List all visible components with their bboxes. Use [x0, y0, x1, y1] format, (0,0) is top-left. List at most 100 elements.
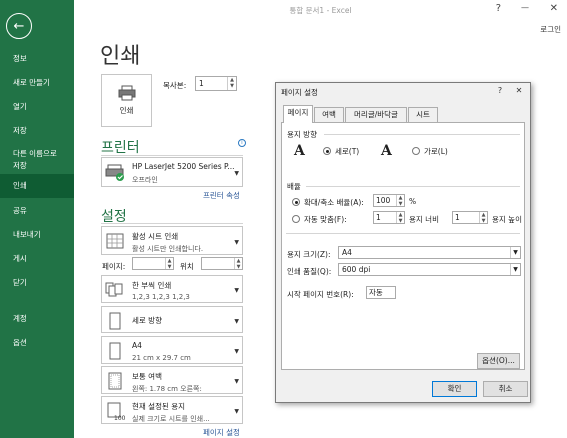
sidebar-item-info[interactable]: 정보 — [0, 53, 74, 65]
minimize-button[interactable]: — — [521, 3, 529, 12]
fit-to-label[interactable]: 자동 맞춤(F): — [304, 214, 347, 225]
tab-sheet[interactable]: 시트 — [408, 107, 438, 122]
cancel-button[interactable]: 취소 — [483, 381, 528, 397]
chevron-down-icon: ▼ — [234, 287, 239, 294]
sidebar-item-save-as[interactable]: 다른 이름으로 저장 — [0, 148, 74, 172]
pages-label: 페이지: — [102, 262, 126, 271]
print-scope-dropdown[interactable]: 활성 시트 인쇄 활성 시트만 인쇄합니다. ▼ — [101, 226, 243, 255]
orientation-dropdown[interactable]: 세로 방향 ▼ — [101, 306, 243, 333]
paper-size-value: A4 — [342, 248, 352, 257]
sidebar-item-export[interactable]: 내보내기 — [0, 229, 74, 241]
chevron-down-icon: ▼ — [510, 247, 520, 258]
pages-to-input[interactable]: ▲ ▼ — [201, 257, 243, 270]
collate-main: 한 부씩 인쇄 — [132, 281, 172, 290]
print-scope-main: 활성 시트 인쇄 — [132, 232, 179, 241]
print-quality-value: 600 dpi — [342, 265, 371, 274]
dialog-help-button[interactable]: ? — [492, 84, 508, 97]
pages-to-spinner[interactable]: ▲ ▼ — [234, 258, 242, 270]
collate-dropdown[interactable]: 한 부씩 인쇄 1,2,3 1,2,3 1,2,3 ▼ — [101, 275, 243, 303]
sidebar-item-print[interactable]: 인쇄 — [0, 174, 74, 198]
sidebar-item-share[interactable]: 공유 — [0, 205, 74, 217]
fit-tall-spinner[interactable]: ▲ ▼ — [479, 212, 487, 224]
chevron-down-icon: ▼ — [234, 238, 239, 246]
pages-from-input[interactable]: ▲ ▼ — [132, 257, 174, 270]
ok-button[interactable]: 확인 — [432, 381, 477, 397]
tab-page[interactable]: 페이지 — [283, 105, 313, 123]
chevron-down-icon: ▼ — [510, 264, 520, 275]
orientation-group-label: 용지 방향 — [287, 130, 317, 139]
options-button[interactable]: 옵션(O)... — [477, 353, 520, 369]
close-button[interactable]: ✕ — [550, 3, 558, 14]
chevron-down-icon: ▼ — [234, 348, 239, 355]
divider — [101, 223, 243, 224]
chevron-down-icon: ▼ — [234, 317, 239, 325]
printer-heading: 프린터 — [101, 140, 140, 156]
portrait-radio[interactable] — [323, 147, 331, 155]
copies-input[interactable]: 1 ▲ ▼ — [195, 76, 237, 91]
paper-size-label: 용지 크기(Z): — [287, 250, 331, 259]
fit-to-radio[interactable] — [292, 215, 300, 223]
svg-text:100: 100 — [114, 415, 125, 421]
fit-wide-input[interactable]: 1 ▲ ▼ — [373, 211, 405, 224]
sidebar-item-options[interactable]: 옵션 — [0, 337, 74, 349]
paper-size-dropdown[interactable]: A4 21 cm x 29.7 cm ▼ — [101, 336, 243, 364]
landscape-label[interactable]: 가로(L) — [424, 146, 448, 157]
paper-size-select[interactable]: A4 ▼ — [338, 246, 521, 259]
sidebar-item-open[interactable]: 열기 — [0, 101, 74, 113]
adjust-to-label[interactable]: 확대/축소 배율(A): — [304, 197, 364, 208]
divider — [286, 233, 520, 234]
sidebar-item-account[interactable]: 계정 — [0, 313, 74, 325]
fit-tall-value: 1 — [455, 213, 460, 222]
print-button[interactable]: 인쇄 — [101, 74, 152, 127]
printer-name: HP LaserJet 5200 Series P... — [132, 162, 235, 171]
first-page-input[interactable]: 자동 — [366, 286, 396, 299]
sidebar-item-publish[interactable]: 게시 — [0, 253, 74, 265]
sidebar-item-new[interactable]: 새로 만들기 — [0, 77, 74, 89]
paper-size-main: A4 — [132, 341, 142, 350]
adjust-to-spinner[interactable]: ▲ ▼ — [396, 195, 404, 207]
margins-dropdown[interactable]: 보통 여백 왼쪽: 1.78 cm 오른쪽: ▼ — [101, 366, 243, 394]
printer-properties-link[interactable]: 프린터 속성 — [203, 190, 240, 201]
info-icon[interactable]: i — [238, 139, 246, 147]
printer-icon — [105, 164, 124, 181]
fit-wide-value: 1 — [376, 213, 381, 222]
scaling-dropdown[interactable]: 100 현재 설정된 용지 실제 크기로 시트를 인쇄... ▼ — [101, 396, 243, 424]
scaling-page-icon: 100 — [107, 402, 125, 421]
margins-sub: 왼쪽: 1.78 cm 오른쪽: — [132, 385, 202, 393]
dialog-title: 페이지 설정 — [281, 88, 318, 97]
back-arrow-icon: ← — [13, 18, 25, 34]
sidebar-item-save[interactable]: 저장 — [0, 125, 74, 137]
fit-wide-label: 용지 너비 — [409, 215, 439, 224]
back-button[interactable]: ← — [6, 13, 32, 39]
print-quality-select[interactable]: 600 dpi ▼ — [338, 263, 521, 276]
first-page-value: 자동 — [369, 288, 383, 297]
sheet-grid-icon — [106, 233, 124, 249]
paper-icon — [109, 342, 121, 360]
portrait-label[interactable]: 세로(T) — [335, 146, 359, 157]
paper-size-sub: 21 cm x 29.7 cm — [132, 354, 191, 362]
collate-icon — [105, 282, 123, 297]
help-icon[interactable]: ? — [496, 3, 501, 14]
copies-spinner[interactable]: ▲ ▼ — [227, 77, 236, 90]
scaling-sub: 실제 크기로 시트를 인쇄... — [132, 415, 210, 423]
pages-from-spinner[interactable]: ▲ ▼ — [165, 258, 173, 270]
fit-tall-input[interactable]: 1 ▲ ▼ — [452, 211, 488, 224]
sign-in-link[interactable]: 로그인 — [540, 24, 561, 35]
landscape-radio[interactable] — [412, 147, 420, 155]
sidebar-item-close[interactable]: 닫기 — [0, 277, 74, 289]
adjust-to-radio[interactable] — [292, 198, 300, 206]
print-button-label: 인쇄 — [119, 106, 134, 115]
printer-dropdown[interactable]: HP LaserJet 5200 Series P... 오프라인 ▼ — [101, 157, 243, 187]
copies-value: 1 — [199, 79, 204, 88]
backstage-sidebar: ← 정보 새로 만들기 열기 저장 다른 이름으로 저장 인쇄 공유 내보내기 … — [0, 0, 74, 438]
fit-wide-spinner[interactable]: ▲ ▼ — [396, 212, 404, 224]
window-title: 통합 문서1 - Excel — [289, 6, 352, 15]
chevron-down-icon: ▼ — [234, 378, 239, 385]
tab-margins[interactable]: 여백 — [314, 107, 344, 122]
page-setup-link[interactable]: 페이지 설정 — [203, 427, 240, 438]
adjust-to-input[interactable]: 100 ▲ ▼ — [373, 194, 405, 207]
tab-header-footer[interactable]: 머리글/바닥글 — [345, 107, 407, 122]
chevron-down-icon: ▼ — [234, 170, 239, 177]
dialog-close-button[interactable]: ✕ — [511, 84, 527, 97]
page-tab-panel: 용지 방향 A 세로(T) A 가로(L) 배율 확대/축소 배율(A): 10… — [281, 122, 525, 370]
